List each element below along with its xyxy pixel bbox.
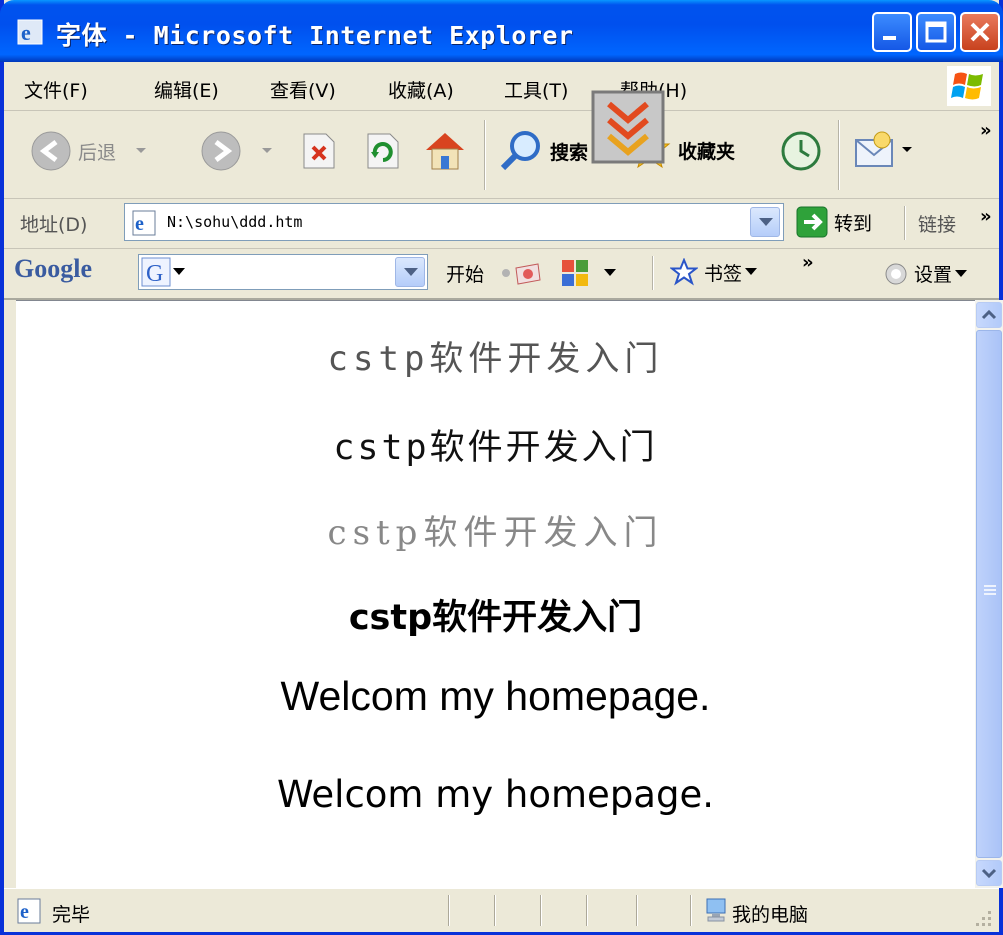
google-search-dropdown[interactable] bbox=[395, 257, 425, 287]
menu-view[interactable]: 查看(V) bbox=[270, 76, 336, 103]
menu-bar: 文件(F) 编辑(E) 查看(V) 收藏(A) 工具(T) 帮助(H) bbox=[4, 62, 999, 111]
home-icon[interactable] bbox=[422, 128, 468, 172]
scroll-up-button[interactable] bbox=[976, 302, 1002, 328]
text-line-2: cstp软件开发入门 bbox=[333, 428, 658, 468]
address-chevron[interactable]: » bbox=[980, 206, 992, 227]
maximize-button[interactable] bbox=[916, 12, 956, 52]
window-title: 字体 - Microsoft Internet Explorer bbox=[56, 21, 574, 50]
title-bar[interactable]: e 字体 - Microsoft Internet Explorer bbox=[0, 0, 1003, 62]
ie-app-icon: e bbox=[17, 19, 43, 45]
google-toolbar: Google G 开始 书签 » 设置 bbox=[4, 248, 999, 300]
back-arrow-icon bbox=[31, 131, 71, 171]
favorites-label: 收藏夹 bbox=[678, 140, 736, 163]
scroll-down-button[interactable] bbox=[976, 860, 1002, 886]
scroll-thumb[interactable] bbox=[976, 330, 1002, 858]
forward-dropdown-icon[interactable] bbox=[260, 146, 274, 156]
go-arrow-icon bbox=[796, 206, 828, 238]
status-text: 完毕 bbox=[52, 904, 91, 926]
grip-icon bbox=[984, 585, 996, 595]
google-options-dropdown-icon[interactable] bbox=[173, 268, 185, 276]
address-input[interactable]: e N:\sohu\ddd.htm bbox=[124, 203, 784, 241]
ie-window: e 字体 - Microsoft Internet Explorer 文件(F)… bbox=[0, 0, 1003, 935]
google-chevron[interactable]: » bbox=[802, 252, 814, 273]
search-label: 搜索 bbox=[550, 141, 589, 164]
back-button[interactable]: 后退 bbox=[30, 130, 148, 172]
settings-dropdown-icon bbox=[955, 269, 968, 277]
chevron-up-icon bbox=[981, 309, 997, 320]
chevron-down-icon bbox=[981, 868, 997, 879]
google-search-input[interactable]: G bbox=[138, 254, 428, 290]
chevron-down-icon bbox=[404, 268, 418, 276]
address-bar: 地址(D) e N:\sohu\ddd.htm 转到 链接 » bbox=[4, 198, 999, 249]
text-line-4: cstp软件开发入门 bbox=[348, 598, 643, 638]
bookmark-star-icon bbox=[670, 258, 698, 286]
address-dropdown-button[interactable] bbox=[750, 207, 780, 237]
toolbar-chevron[interactable]: » bbox=[980, 120, 992, 141]
settings-label: 设置 bbox=[914, 264, 953, 286]
history-icon[interactable] bbox=[780, 130, 822, 172]
google-popup-blocker[interactable] bbox=[560, 258, 616, 288]
minimize-button[interactable] bbox=[872, 12, 912, 52]
bookmarks-label: 书签 bbox=[704, 262, 743, 285]
mail-button[interactable] bbox=[852, 128, 914, 172]
blocker-dropdown-icon[interactable] bbox=[604, 269, 616, 277]
minimize-icon bbox=[883, 36, 896, 40]
go-label: 转到 bbox=[834, 212, 873, 235]
forward-button[interactable] bbox=[200, 130, 274, 172]
bookmarks-dropdown-icon bbox=[745, 268, 758, 275]
my-computer-icon bbox=[706, 898, 726, 922]
google-g-icon: G bbox=[141, 257, 171, 287]
refresh-icon[interactable] bbox=[364, 132, 400, 170]
search-icon bbox=[500, 131, 540, 171]
security-zone-text: 我的电脑 bbox=[732, 904, 809, 926]
close-button[interactable] bbox=[960, 12, 1000, 52]
close-icon bbox=[970, 22, 990, 42]
page-icon: e bbox=[132, 210, 156, 236]
svg-text:e: e bbox=[135, 213, 144, 235]
google-logo[interactable]: Google bbox=[14, 254, 92, 284]
forward-arrow-icon bbox=[201, 131, 241, 171]
text-line-6: Welcom my homepage. bbox=[276, 773, 714, 816]
google-start-button[interactable]: 开始 bbox=[446, 260, 484, 287]
resize-grip-icon[interactable] bbox=[972, 907, 994, 929]
go-button[interactable]: 转到 bbox=[796, 206, 872, 238]
vertical-scrollbar[interactable] bbox=[975, 300, 1003, 888]
mail-dropdown-icon[interactable] bbox=[900, 145, 914, 155]
address-value: N:\sohu\ddd.htm bbox=[167, 213, 303, 231]
menu-file[interactable]: 文件(F) bbox=[24, 76, 88, 103]
google-settings-button[interactable]: 设置 bbox=[884, 260, 968, 287]
svg-text:e: e bbox=[20, 901, 29, 923]
links-label[interactable]: 链接 bbox=[918, 210, 956, 237]
back-label: 后退 bbox=[78, 141, 117, 164]
search-button[interactable]: 搜索 bbox=[498, 128, 588, 174]
status-bar: e 完毕 我的电脑 bbox=[4, 888, 999, 932]
mail-icon bbox=[855, 131, 893, 167]
text-line-3: cstp软件开发入门 bbox=[327, 513, 664, 553]
download-overlay-icon bbox=[591, 90, 665, 164]
windows-logo-icon bbox=[947, 66, 991, 106]
text-line-5: Welcom my homepage. bbox=[280, 673, 711, 719]
bookmarks-button[interactable]: 书签 bbox=[670, 258, 758, 286]
google-news-icon[interactable] bbox=[500, 260, 544, 286]
standard-toolbar: 后退 搜索 收藏夹 » bbox=[4, 90, 999, 199]
chevron-down-icon bbox=[759, 218, 773, 226]
maximize-icon bbox=[925, 21, 947, 43]
back-dropdown-icon[interactable] bbox=[134, 146, 148, 156]
menu-edit[interactable]: 编辑(E) bbox=[154, 76, 219, 103]
menu-tools[interactable]: 工具(T) bbox=[504, 76, 568, 103]
settings-radio-icon bbox=[885, 263, 907, 284]
stop-icon[interactable] bbox=[300, 132, 336, 170]
text-line-1: cstp软件开发入门 bbox=[327, 339, 664, 379]
status-page-icon: e bbox=[17, 898, 41, 924]
page-content: cstp软件开发入门 cstp软件开发入门 cstp软件开发入门 cstp软件开… bbox=[16, 300, 975, 889]
menu-favorites[interactable]: 收藏(A) bbox=[388, 76, 454, 103]
google-blocker-icon bbox=[562, 260, 588, 286]
svg-text:G: G bbox=[146, 261, 163, 287]
address-label: 地址(D) bbox=[20, 214, 88, 236]
svg-text:e: e bbox=[21, 20, 31, 45]
